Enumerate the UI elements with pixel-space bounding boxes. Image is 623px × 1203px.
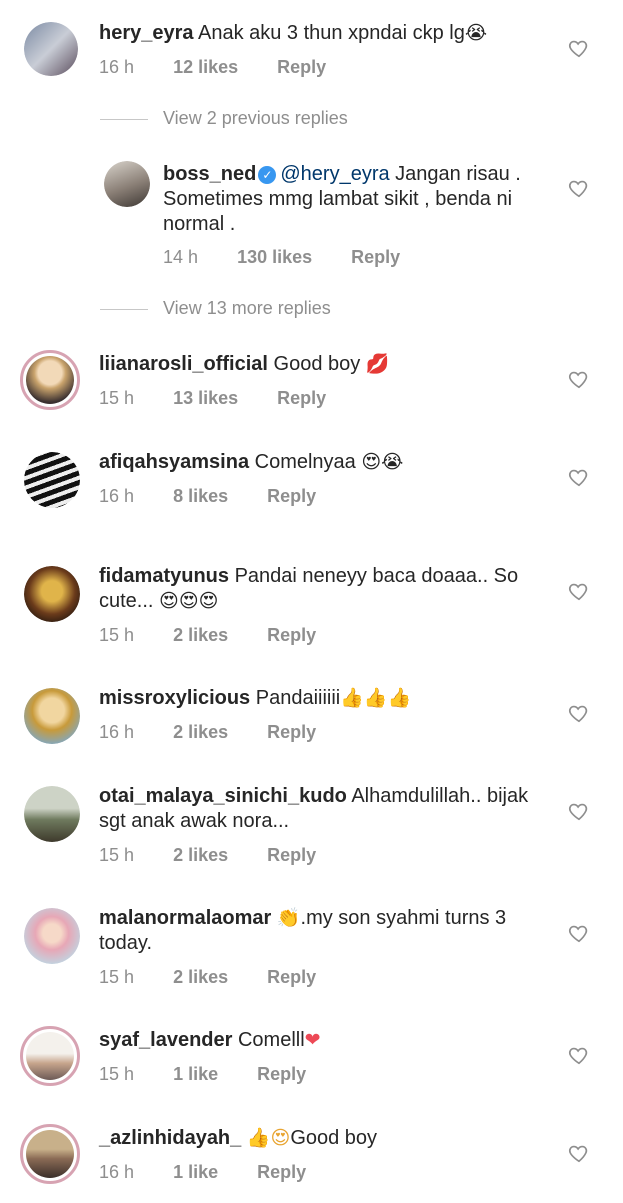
comment-time: 15 h <box>99 967 135 987</box>
comment-likes[interactable]: 12 likes <box>173 57 238 78</box>
comment-time: 16 h <box>99 486 135 506</box>
comment-text: Good boy <box>273 353 361 375</box>
comment-username[interactable]: syaf_lavender <box>99 1029 232 1051</box>
reply-button[interactable]: Reply <box>267 967 316 988</box>
emoji-heart-eyes: 😍😍😍 <box>159 590 219 612</box>
mention-link[interactable]: @hery_eyra <box>280 163 389 185</box>
reply-likes[interactable]: 130 likes <box>237 247 312 268</box>
like-heart-icon[interactable] <box>568 37 590 59</box>
like-heart-icon[interactable] <box>568 580 590 602</box>
comment-username[interactable]: fidamatyunus <box>99 565 229 587</box>
comment-likes[interactable]: 13 likes <box>173 388 238 409</box>
reply-username[interactable]: boss_ned <box>163 163 256 185</box>
emoji-heart-eyes-crying: 😍😭 <box>361 451 404 473</box>
comment-likes[interactable]: 2 likes <box>173 722 228 743</box>
emoji-kiss: 💋 <box>365 353 390 375</box>
reply-button[interactable]: Reply <box>277 388 326 409</box>
like-heart-icon[interactable] <box>568 800 590 822</box>
avatar[interactable] <box>24 452 80 508</box>
comment-time: 15 h <box>99 625 135 645</box>
comment-time: 15 h <box>99 1064 135 1084</box>
avatar[interactable] <box>24 786 80 842</box>
comment-username[interactable]: liianarosli_official <box>99 353 268 375</box>
comment-likes[interactable]: 1 like <box>173 1064 218 1085</box>
like-heart-icon[interactable] <box>568 368 590 390</box>
reply-button[interactable]: Reply <box>267 722 316 743</box>
comment-username[interactable]: _azlinhidayah_ <box>99 1127 241 1149</box>
reply-button[interactable]: Reply <box>351 247 400 268</box>
like-heart-icon[interactable] <box>568 1044 590 1066</box>
avatar[interactable] <box>24 908 80 964</box>
comment-text: Comelll <box>237 1029 305 1051</box>
like-heart-icon[interactable] <box>568 466 590 488</box>
comment-text: Anak aku 3 thun xpndai ckp lg <box>197 22 465 44</box>
reply-time: 14 h <box>163 247 199 267</box>
comment-text: Good boy <box>290 1127 378 1149</box>
comment-likes[interactable]: 8 likes <box>173 486 228 507</box>
comment-time: 16 h <box>99 57 135 77</box>
avatar[interactable] <box>20 1124 80 1184</box>
verified-badge-icon: ✓ <box>258 166 277 184</box>
comment-text: Pandaiiiiii <box>255 687 341 709</box>
divider <box>100 119 148 120</box>
like-heart-icon[interactable] <box>568 702 590 724</box>
avatar[interactable] <box>104 161 150 207</box>
like-heart-icon[interactable] <box>568 177 590 199</box>
comment-likes[interactable]: 1 like <box>173 1162 218 1183</box>
avatar[interactable] <box>20 350 80 410</box>
emoji-red-heart: ❤ <box>304 1029 321 1051</box>
comment-username[interactable]: malanormalaomar <box>99 907 271 929</box>
avatar[interactable] <box>20 1026 80 1086</box>
like-heart-icon[interactable] <box>568 922 590 944</box>
comment-time: 15 h <box>99 388 135 408</box>
comment-username[interactable]: otai_malaya_sinichi_kudo <box>99 785 347 807</box>
reply-button[interactable]: Reply <box>257 1162 306 1183</box>
avatar[interactable] <box>24 688 80 744</box>
comment-time: 16 h <box>99 1162 135 1182</box>
comment-likes[interactable]: 2 likes <box>173 625 228 646</box>
emoji-thumbs-heart-eyes: 👍😍 <box>246 1127 291 1149</box>
comment-username[interactable]: afiqahsyamsina <box>99 451 249 473</box>
reply-button[interactable]: Reply <box>257 1064 306 1085</box>
comment-time: 16 h <box>99 722 135 742</box>
reply-button[interactable]: Reply <box>277 57 326 78</box>
comment-username[interactable]: missroxylicious <box>99 687 250 709</box>
reply-button[interactable]: Reply <box>267 486 316 507</box>
emoji-crying: 😭 <box>464 22 488 44</box>
comment-likes[interactable]: 2 likes <box>173 967 228 988</box>
reply-button[interactable]: Reply <box>267 845 316 866</box>
reply-button[interactable]: Reply <box>267 625 316 646</box>
emoji-thumbs-up: 👍👍👍 <box>340 687 412 709</box>
comment-username[interactable]: hery_eyra <box>99 22 194 44</box>
avatar[interactable] <box>24 22 78 76</box>
comment-likes[interactable]: 2 likes <box>173 845 228 866</box>
divider <box>100 309 148 310</box>
avatar[interactable] <box>24 566 80 622</box>
comment-text: Comelnyaa <box>254 451 356 473</box>
like-heart-icon[interactable] <box>568 1142 590 1164</box>
emoji-clap: 👏 <box>276 907 301 929</box>
comment-time: 15 h <box>99 845 135 865</box>
